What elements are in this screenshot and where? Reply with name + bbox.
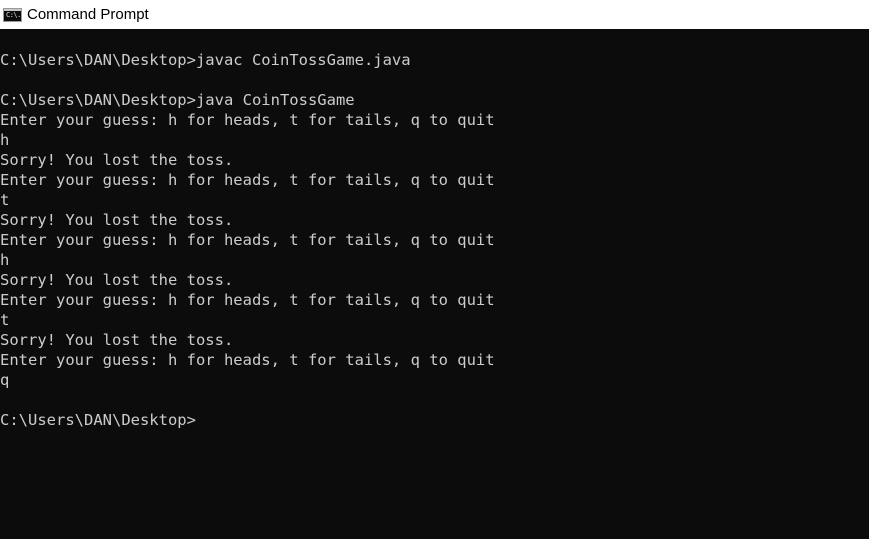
console-line: t	[0, 311, 10, 329]
window-title: Command Prompt	[27, 6, 149, 23]
console-line: h	[0, 131, 10, 149]
console-line: Enter your guess: h for heads, t for tai…	[0, 111, 495, 129]
command-prompt-line[interactable]: C:\Users\DAN\Desktop>	[0, 410, 196, 430]
command-prompt-window: C:\. Command Prompt C:\Users\DAN\Desktop…	[0, 0, 869, 539]
console-line: Enter your guess: h for heads, t for tai…	[0, 351, 495, 369]
console-line: Sorry! You lost the toss.	[0, 151, 234, 169]
console-line: q	[0, 371, 10, 389]
console-line: C:\Users\DAN\Desktop>javac CoinTossGame.…	[0, 51, 411, 69]
console-line: Sorry! You lost the toss.	[0, 331, 234, 349]
console-line: Sorry! You lost the toss.	[0, 271, 234, 289]
cmd-icon: C:\.	[3, 8, 22, 22]
cmd-icon-text: C:\.	[6, 11, 21, 19]
console-output[interactable]: C:\Users\DAN\Desktop>javac CoinTossGame.…	[0, 30, 869, 539]
console-line: Enter your guess: h for heads, t for tai…	[0, 291, 495, 309]
console-line: C:\Users\DAN\Desktop>java CoinTossGame	[0, 91, 355, 109]
console-line: Enter your guess: h for heads, t for tai…	[0, 231, 495, 249]
console-line: t	[0, 191, 10, 209]
console-line: Sorry! You lost the toss.	[0, 211, 234, 229]
console-line: Enter your guess: h for heads, t for tai…	[0, 171, 495, 189]
console-line: h	[0, 251, 10, 269]
title-bar[interactable]: C:\. Command Prompt	[0, 0, 869, 29]
